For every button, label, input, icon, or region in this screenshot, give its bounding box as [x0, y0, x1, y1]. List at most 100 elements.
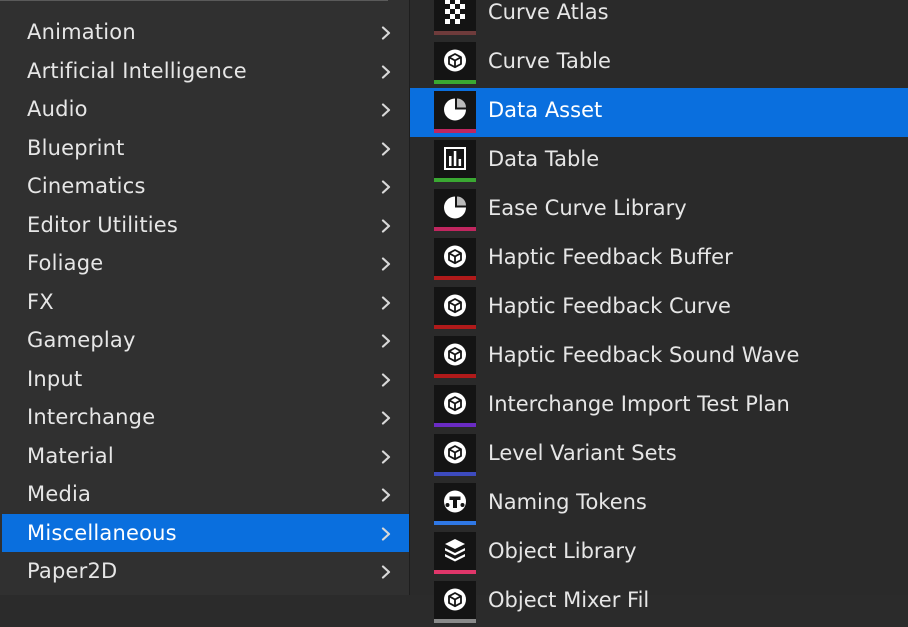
- category-menu: Animation Artificial Intelligence Audio Blu…: [0, 0, 410, 595]
- chevron-right-icon: [379, 25, 393, 40]
- asset-type-color-bar: [434, 570, 476, 574]
- menu-item-media[interactable]: Media: [2, 475, 409, 513]
- chevron-right-icon: [379, 141, 393, 156]
- chevron-right-icon: [379, 179, 393, 194]
- menu-item-label: Audio: [27, 97, 88, 121]
- asset-type-color-bar: [434, 178, 476, 182]
- asset-type-color-bar: [434, 374, 476, 378]
- menu-item-editor-utilities[interactable]: Editor Utilities: [2, 206, 409, 244]
- asset-thumbnail: [434, 385, 476, 427]
- menu-item-label: Interchange: [27, 405, 156, 429]
- asset-item-curve-atlas[interactable]: Curve Atlas: [410, 0, 908, 39]
- asset-thumbnail: [434, 189, 476, 231]
- asset-item-data-table[interactable]: Data Table: [410, 137, 908, 186]
- asset-item-haptic-feedback-buffer[interactable]: Haptic Feedback Buffer: [410, 235, 908, 284]
- asset-item-ease-curve-library[interactable]: Ease Curve Library: [410, 186, 908, 235]
- asset-type-color-bar: [434, 521, 476, 525]
- asset-item-label: Haptic Feedback Curve: [488, 294, 731, 318]
- asset-item-label: Haptic Feedback Sound Wave: [488, 343, 800, 367]
- menu-item-gameplay[interactable]: Gameplay: [2, 321, 409, 359]
- menu-item-label: Miscellaneous: [27, 520, 177, 545]
- menu-item-animation[interactable]: Animation: [2, 13, 409, 51]
- asset-type-color-bar: [434, 423, 476, 427]
- asset-thumbnail: [434, 91, 476, 133]
- asset-type-color-bar: [434, 31, 476, 35]
- asset-item-label: Level Variant Sets: [488, 441, 677, 465]
- menu-item-label: Material: [27, 443, 114, 468]
- asset-type-color-bar: [434, 227, 476, 231]
- asset-item-label: Object Mixer Fil: [488, 588, 650, 612]
- chevron-right-icon: [379, 449, 393, 464]
- chevron-right-icon: [379, 64, 393, 79]
- menu-item-label: Cinematics: [27, 174, 146, 198]
- asset-type-color-bar: [434, 129, 476, 133]
- asset-type-color-bar: [434, 472, 476, 476]
- asset-thumbnail: [434, 238, 476, 280]
- asset-item-label: Interchange Import Test Plan: [488, 392, 790, 416]
- menu-item-label: Animation: [27, 20, 136, 44]
- menu-item-miscellaneous[interactable]: Miscellaneous: [2, 513, 409, 552]
- asset-type-color-bar: [434, 325, 476, 329]
- menu-item-paper2d[interactable]: Paper2D: [2, 552, 409, 590]
- menu-item-label: Media: [27, 482, 92, 506]
- menu-item-material[interactable]: Material: [2, 437, 409, 475]
- menu-divider: [0, 0, 388, 1]
- asset-thumbnail: [434, 532, 476, 574]
- menu-item-label: FX: [27, 289, 54, 314]
- asset-thumbnail: [434, 483, 476, 525]
- menu-item-input[interactable]: Input: [2, 360, 409, 398]
- chevron-right-icon: [379, 487, 393, 502]
- menu-item-foliage[interactable]: Foliage: [2, 244, 409, 282]
- menu-item-audio[interactable]: Audio: [2, 90, 409, 128]
- asset-item-object-mixer-fil[interactable]: Object Mixer Fil: [410, 578, 908, 627]
- asset-item-object-library[interactable]: Object Library: [410, 529, 908, 578]
- asset-item-haptic-feedback-curve[interactable]: Haptic Feedback Curve: [410, 284, 908, 333]
- asset-item-curve-table[interactable]: Curve Table: [410, 39, 908, 88]
- menu-item-artificial-intelligence[interactable]: Artificial Intelligence: [2, 52, 409, 90]
- asset-thumbnail: [434, 42, 476, 84]
- asset-item-label: Curve Table: [488, 49, 611, 73]
- asset-item-level-variant-sets[interactable]: Level Variant Sets: [410, 431, 908, 480]
- asset-item-label: Ease Curve Library: [488, 196, 687, 220]
- asset-thumbnail: [434, 336, 476, 378]
- menu-item-interchange[interactable]: Interchange: [2, 398, 409, 436]
- chevron-right-icon: [379, 102, 393, 117]
- menu-item-blueprint[interactable]: Blueprint: [2, 129, 409, 167]
- menu-item-label: Gameplay: [27, 328, 136, 352]
- chevron-right-icon: [379, 256, 393, 271]
- chevron-right-icon: [379, 333, 393, 348]
- chevron-right-icon: [379, 564, 393, 579]
- asset-type-color-bar: [434, 80, 476, 84]
- menu-item-label: Input: [27, 366, 83, 391]
- asset-item-label: Data Asset: [488, 98, 603, 122]
- asset-type-color-bar: [434, 276, 476, 280]
- menu-item-label: Foliage: [27, 251, 104, 275]
- asset-item-interchange-import-test-plan[interactable]: Interchange Import Test Plan: [410, 382, 908, 431]
- menu-item-label: Artificial Intelligence: [27, 58, 247, 83]
- asset-item-naming-tokens[interactable]: Naming Tokens: [410, 480, 908, 529]
- asset-item-label: Naming Tokens: [488, 490, 647, 514]
- asset-item-data-asset[interactable]: Data Asset: [410, 88, 908, 137]
- chevron-right-icon: [379, 372, 393, 387]
- menu-item-label: Editor Utilities: [27, 212, 179, 237]
- menu-item-fx[interactable]: FX: [2, 283, 409, 321]
- menu-item-cinematics[interactable]: Cinematics: [2, 167, 409, 205]
- asset-list: Curve Atlas Curve Table Data Asset Data Tab…: [410, 0, 908, 623]
- chevron-right-icon: [379, 295, 393, 310]
- asset-thumbnail: [434, 581, 476, 623]
- chevron-right-icon: [379, 526, 393, 541]
- asset-item-label: Curve Atlas: [488, 0, 609, 24]
- chevron-right-icon: [379, 410, 393, 425]
- asset-thumbnail: [434, 140, 476, 182]
- chevron-right-icon: [379, 218, 393, 233]
- asset-thumbnail: [434, 0, 476, 35]
- menu-item-label: Blueprint: [27, 135, 125, 160]
- asset-thumbnail: [434, 287, 476, 329]
- menu-item-label: Paper2D: [27, 559, 118, 583]
- asset-item-label: Data Table: [488, 147, 600, 171]
- asset-thumbnail: [434, 434, 476, 476]
- asset-item-haptic-feedback-sound-wave[interactable]: Haptic Feedback Sound Wave: [410, 333, 908, 382]
- asset-item-label: Object Library: [488, 539, 637, 563]
- asset-item-label: Haptic Feedback Buffer: [488, 245, 733, 269]
- asset-type-color-bar: [434, 619, 476, 623]
